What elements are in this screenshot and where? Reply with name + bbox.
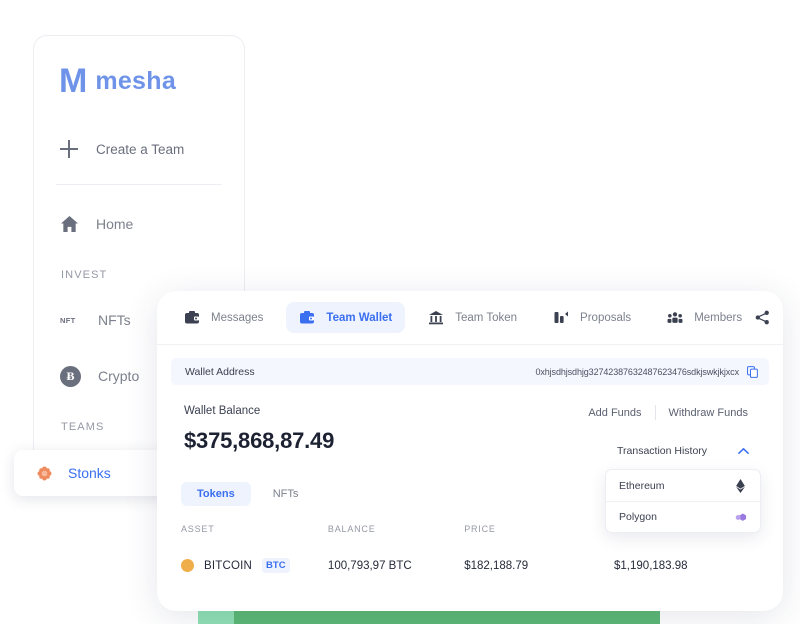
cell-value: $1,190,183.98 (614, 559, 688, 572)
sidebar-divider (56, 184, 222, 185)
wallet-address-label: Wallet Address (185, 365, 255, 378)
wallet-address-bar: Wallet Address 0xhjsdhjsdhjg327423876324… (171, 358, 769, 385)
bank-icon (429, 311, 444, 325)
mesha-logo-icon: M (59, 62, 87, 100)
asset-symbol-badge: BTC (262, 558, 290, 573)
create-team-button[interactable]: Create a Team (34, 98, 244, 158)
copy-icon[interactable] (747, 365, 758, 378)
transaction-history-dropdown: Ethereum Polygon (605, 469, 761, 533)
column-header-asset: ASSET (181, 524, 215, 534)
tab-messages[interactable]: Messages (171, 302, 276, 333)
people-icon (667, 312, 683, 323)
dropdown-option-polygon-label: Polygon (619, 511, 657, 523)
wallet-address-value: 0xhjsdhjsdhjg32742387632487623476sdkjswk… (535, 366, 739, 377)
bitcoin-icon (181, 559, 194, 572)
wallet-icon (185, 311, 199, 324)
transaction-history-label: Transaction History (617, 445, 708, 457)
tab-messages-label: Messages (211, 311, 264, 324)
sidebar-item-home-label: Home (96, 216, 134, 232)
app-root: M mesha Create a Team Home INVEST NFT NF… (0, 0, 800, 624)
column-header-balance: BALANCE (327, 524, 376, 534)
tab-team-token-label: Team Token (455, 311, 518, 324)
stonks-flower-icon (37, 465, 52, 481)
dropdown-option-ethereum-label: Ethereum (619, 479, 665, 492)
brand-logo[interactable]: M mesha (34, 36, 244, 98)
toggle-tokens[interactable]: Tokens (181, 482, 251, 506)
tab-proposals[interactable]: Proposals (540, 302, 644, 333)
cell-asset: BITCOIN BTC (181, 558, 328, 573)
cell-balance: 100,793,97 BTC (327, 559, 412, 572)
tab-team-wallet-label: Team Wallet (326, 311, 393, 324)
sidebar-item-crypto-label: Crypto (98, 368, 140, 384)
sidebar-item-stonks-label: Stonks (68, 465, 111, 481)
brand-name: mesha (95, 66, 177, 95)
tab-members[interactable]: Members (654, 302, 755, 333)
dropdown-option-ethereum[interactable]: Ethereum (606, 470, 760, 501)
wallet-icon (300, 311, 315, 324)
balance-right: Add Funds Withdraw Funds Transaction His… (575, 405, 761, 533)
chart-icon (554, 311, 569, 323)
sidebar-item-home[interactable]: Home (34, 207, 244, 241)
share-button[interactable] (755, 307, 770, 329)
transaction-history-select[interactable]: Transaction History (605, 438, 761, 464)
team-wallet-card: Messages Team Wallet Team Token Proposal… (157, 291, 783, 611)
wallet-balance-label: Wallet Balance (184, 405, 261, 417)
tab-team-token[interactable]: Team Token (415, 302, 530, 333)
balance-left: Wallet Balance $375,868,87.49 (184, 405, 334, 464)
sidebar-item-nfts-label: NFTs (98, 312, 131, 328)
create-team-label: Create a Team (96, 141, 185, 157)
card-tabbar: Messages Team Wallet Team Token Proposal… (157, 291, 783, 345)
withdraw-funds-button[interactable]: Withdraw Funds (656, 407, 761, 419)
ethereum-icon (736, 478, 745, 493)
tab-proposals-label: Proposals (580, 311, 632, 324)
bitcoin-circle-icon: Ƀ (60, 365, 81, 387)
polygon-icon (735, 513, 747, 521)
toggle-nfts[interactable]: NFTs (257, 482, 315, 506)
share-icon (755, 310, 769, 325)
nft-badge-icon: NFT (60, 315, 76, 325)
cell-price: $182,188.79 (464, 559, 529, 572)
plus-icon (60, 140, 78, 158)
wallet-balance-amount: $375,868,87.49 (184, 428, 335, 453)
balance-section: Wallet Balance $375,868,87.49 Add Funds … (157, 385, 783, 533)
sidebar-section-invest: INVEST (61, 269, 108, 281)
tab-members-label: Members (694, 311, 743, 324)
chevron-up-icon (738, 448, 749, 454)
fund-buttons: Add Funds Withdraw Funds (575, 405, 761, 420)
dropdown-option-polygon[interactable]: Polygon (606, 501, 760, 532)
tab-team-wallet[interactable]: Team Wallet (286, 302, 406, 333)
asset-name: BITCOIN (204, 559, 253, 572)
table-row[interactable]: BITCOIN BTC 100,793,97 BTC $182,188.79 $… (181, 558, 759, 573)
add-funds-button[interactable]: Add Funds (575, 407, 654, 419)
column-header-price: PRICE (464, 524, 496, 534)
home-icon (60, 215, 79, 233)
